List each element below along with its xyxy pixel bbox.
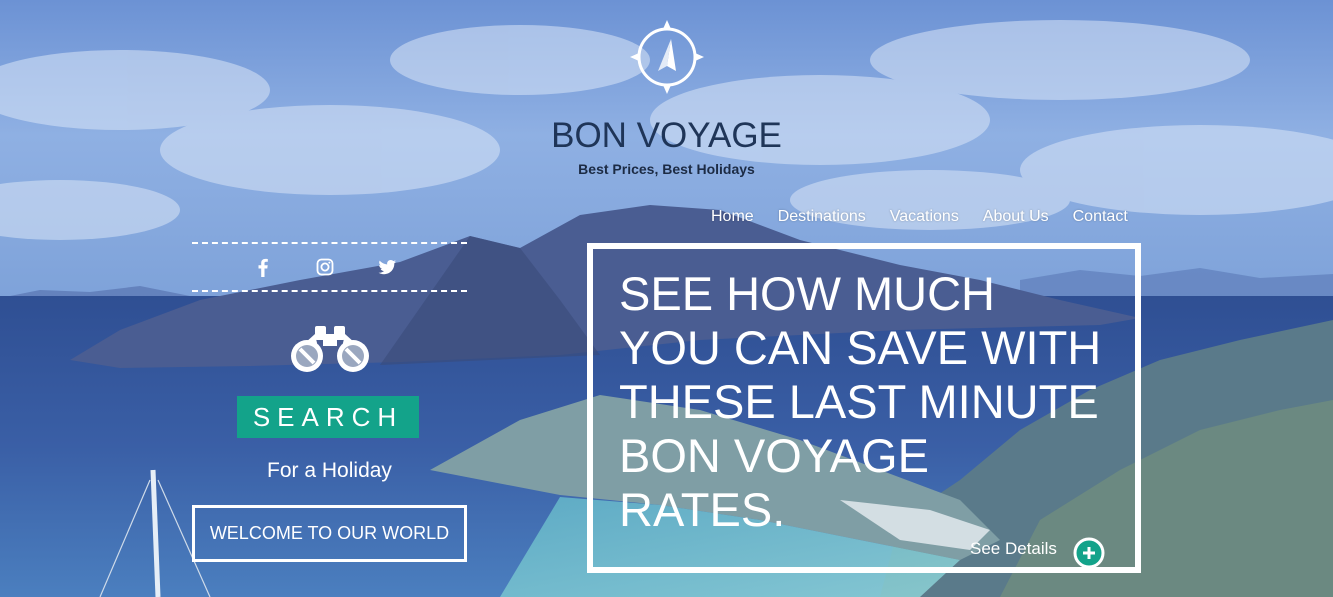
nav-item-vacations[interactable]: Vacations (890, 208, 959, 226)
binoculars-icon (291, 326, 369, 372)
nav-item-home[interactable]: Home (711, 208, 754, 226)
compass-icon (630, 20, 704, 94)
search-subtitle: For a Holiday (267, 459, 392, 482)
search-button[interactable]: SEARCH (237, 396, 419, 438)
social-links (192, 242, 467, 292)
see-details-link[interactable]: See Details (970, 539, 1057, 559)
promo-line: BON VOYAGE (619, 429, 929, 482)
site-title: BON VOYAGE (551, 116, 782, 155)
promo-line: SEE HOW MUCH (619, 267, 995, 320)
nav-item-destinations[interactable]: Destinations (778, 208, 866, 226)
twitter-icon[interactable] (376, 256, 398, 278)
promo-line: RATES. (619, 483, 786, 536)
promo-box: SEE HOW MUCH YOU CAN SAVE WITH THESE LAS… (587, 243, 1141, 573)
nav-item-about-us[interactable]: About Us (983, 208, 1049, 226)
site-tagline: Best Prices, Best Holidays (578, 161, 755, 177)
main-nav: Home Destinations Vacations About Us Con… (711, 208, 1128, 226)
nav-item-contact[interactable]: Contact (1073, 208, 1128, 226)
instagram-icon[interactable] (314, 256, 336, 278)
promo-line: YOU CAN SAVE WITH (619, 321, 1102, 374)
promo-headline: SEE HOW MUCH YOU CAN SAVE WITH THESE LAS… (619, 267, 1119, 537)
welcome-button[interactable]: WELCOME TO OUR WORLD (192, 505, 467, 562)
plus-circle-icon[interactable] (1073, 537, 1105, 569)
facebook-icon[interactable] (252, 256, 274, 278)
promo-line: THESE LAST MINUTE (619, 375, 1099, 428)
